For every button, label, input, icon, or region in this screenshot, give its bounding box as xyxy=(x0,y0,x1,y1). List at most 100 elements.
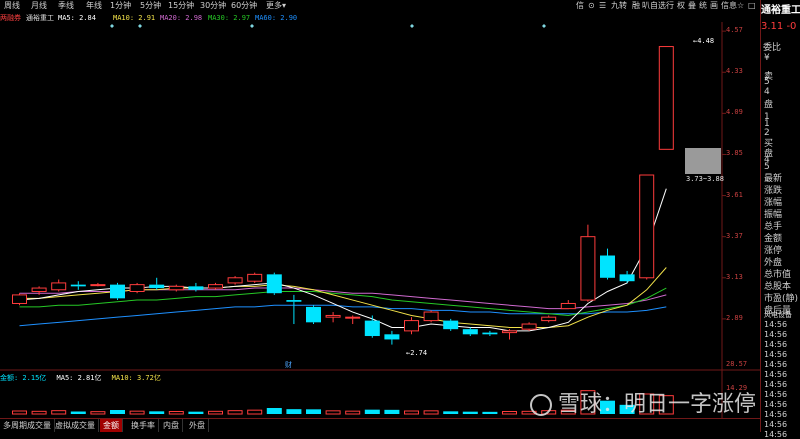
volume-bar-up xyxy=(31,410,47,415)
candle-up xyxy=(541,316,557,322)
candle-down xyxy=(286,300,302,302)
price-tick-label: 2.89 xyxy=(726,313,743,322)
tool-quan[interactable]: 权 xyxy=(677,0,685,12)
period-1min[interactable]: 1分钟 xyxy=(110,0,131,12)
tick-time: 14:56 xyxy=(764,360,788,369)
more-label: 更多 xyxy=(266,1,282,10)
candle-up xyxy=(51,282,67,291)
indicator-tabs: 多周期成交量 虚拟成交量 金额 换手率 内盘 外盘 xyxy=(0,418,760,433)
volume-bar-up xyxy=(345,410,361,415)
high-value: 4.48 xyxy=(697,37,715,45)
volume-bar-down xyxy=(188,411,204,414)
candle-up xyxy=(580,236,596,301)
watermark: 雪球：明日一字涨停 xyxy=(530,386,756,418)
candle-up xyxy=(502,330,517,334)
tab-turnover[interactable]: 换手率 xyxy=(128,419,159,432)
earnings-marker[interactable]: 财 xyxy=(285,360,292,370)
candle-up xyxy=(129,284,145,292)
news-diamond-icon xyxy=(110,24,114,28)
volume-bar-up xyxy=(12,410,27,415)
volume-bar-down xyxy=(364,409,380,414)
tool-xin-icon[interactable]: 信 xyxy=(576,0,584,12)
tool-add-watchlist[interactable]: 叭自选 xyxy=(642,0,666,12)
candle-up xyxy=(560,302,576,310)
volume-bar-down xyxy=(149,411,165,414)
volume-bar-down xyxy=(70,411,86,414)
period-5min[interactable]: 5分钟 xyxy=(140,0,161,12)
tool-list-icon[interactable]: ☰ xyxy=(599,0,606,12)
tab-virtual-volume[interactable]: 虚拟成交量 xyxy=(52,419,99,432)
candle-down xyxy=(188,286,204,290)
range-highlight-box xyxy=(685,148,721,174)
tool-hang[interactable]: 行 xyxy=(666,0,674,12)
volume-bar-down xyxy=(110,410,125,414)
volume-bar-down xyxy=(482,411,498,414)
tool-draw[interactable]: 画 xyxy=(710,0,718,12)
candle-up xyxy=(227,277,243,284)
period-monthly[interactable]: 月线 xyxy=(31,0,47,12)
candle-down xyxy=(70,284,86,287)
tab-inner-volume[interactable]: 内盘 xyxy=(160,419,183,432)
kline-chart[interactable] xyxy=(0,22,760,418)
tool-jiuzhuan[interactable]: 九转 xyxy=(611,0,627,12)
low-value: 2.74 xyxy=(410,349,428,357)
tool-overlay[interactable]: 叠 xyxy=(688,0,696,12)
volume-bar-up xyxy=(227,410,243,415)
candle-down xyxy=(364,320,380,337)
period-weekly[interactable]: 周线 xyxy=(4,0,20,12)
tick-time: 14:56 xyxy=(764,340,788,349)
candle-up xyxy=(31,287,47,292)
volume-bar-up xyxy=(51,410,67,415)
candle-down xyxy=(149,284,165,289)
weibi-label: 委比 xyxy=(763,43,782,53)
candle-up xyxy=(658,46,674,150)
tool-circle-icon[interactable]: ⊙ xyxy=(588,0,595,12)
candle-up xyxy=(325,314,341,318)
tool-stats[interactable]: 统 xyxy=(699,0,707,12)
period-30min[interactable]: 30分钟 xyxy=(200,0,226,12)
candle-down xyxy=(443,320,459,330)
stock-price: 3.11 -0 xyxy=(761,21,796,32)
volume-bar-up xyxy=(90,411,106,415)
period-yearly[interactable]: 年线 xyxy=(86,0,102,12)
price-tick-label: 3.61 xyxy=(726,190,743,199)
vol-ma10: MA10: 3.72亿 xyxy=(111,374,161,382)
vol-amount: 金额: 2.15亿 xyxy=(0,374,47,382)
stock-title: 通裕重工 xyxy=(761,5,800,16)
sell-label-0: ¥ xyxy=(764,53,770,63)
tick-time: 14:56 xyxy=(764,350,788,359)
period-quarterly[interactable]: 季线 xyxy=(58,0,74,12)
tab-outer-volume[interactable]: 外盘 xyxy=(186,419,209,432)
sell-label-4: 盘 xyxy=(764,100,774,110)
sell-label-3: 4 xyxy=(764,87,770,97)
volume-bar-down xyxy=(443,411,459,414)
price-tick-label: 4.57 xyxy=(726,26,743,35)
volume-bar-up xyxy=(129,410,145,415)
tick-time: 14:56 xyxy=(764,370,788,379)
tab-multi-period-volume[interactable]: 多周期成交量 xyxy=(0,419,55,432)
candle-up xyxy=(247,273,263,282)
tick-time: 14:56 xyxy=(764,380,788,389)
period-15min[interactable]: 15分钟 xyxy=(168,0,194,12)
candle-down xyxy=(600,255,615,278)
tick-time: 14:56 xyxy=(764,400,788,409)
period-60min[interactable]: 60分钟 xyxy=(231,0,257,12)
industry-label[interactable]: 风电设备 xyxy=(764,310,792,320)
tool-info[interactable]: 信息 xyxy=(721,0,737,12)
vol-ma5: MA5: 2.81亿 xyxy=(56,374,102,382)
price-tick-label: 4.33 xyxy=(726,67,743,76)
price-change: -0 xyxy=(786,21,797,32)
price-value: 3.11 xyxy=(761,21,784,32)
tick-time: 14:56 xyxy=(764,320,788,329)
tool-rong[interactable]: 融 xyxy=(632,0,640,12)
volume-bar-up xyxy=(208,410,223,415)
tool-star-icon[interactable]: ☆ xyxy=(737,0,744,12)
news-diamond-icon xyxy=(138,24,142,28)
period-more[interactable]: 更多▾ xyxy=(266,0,286,12)
tab-amount[interactable]: 金额 xyxy=(100,419,123,432)
tool-box-icon[interactable]: □ xyxy=(748,0,756,12)
volume-bar-down xyxy=(384,409,400,414)
candle-up xyxy=(12,294,27,304)
candle-up xyxy=(90,284,106,287)
tick-time: 14:56 xyxy=(764,330,788,339)
